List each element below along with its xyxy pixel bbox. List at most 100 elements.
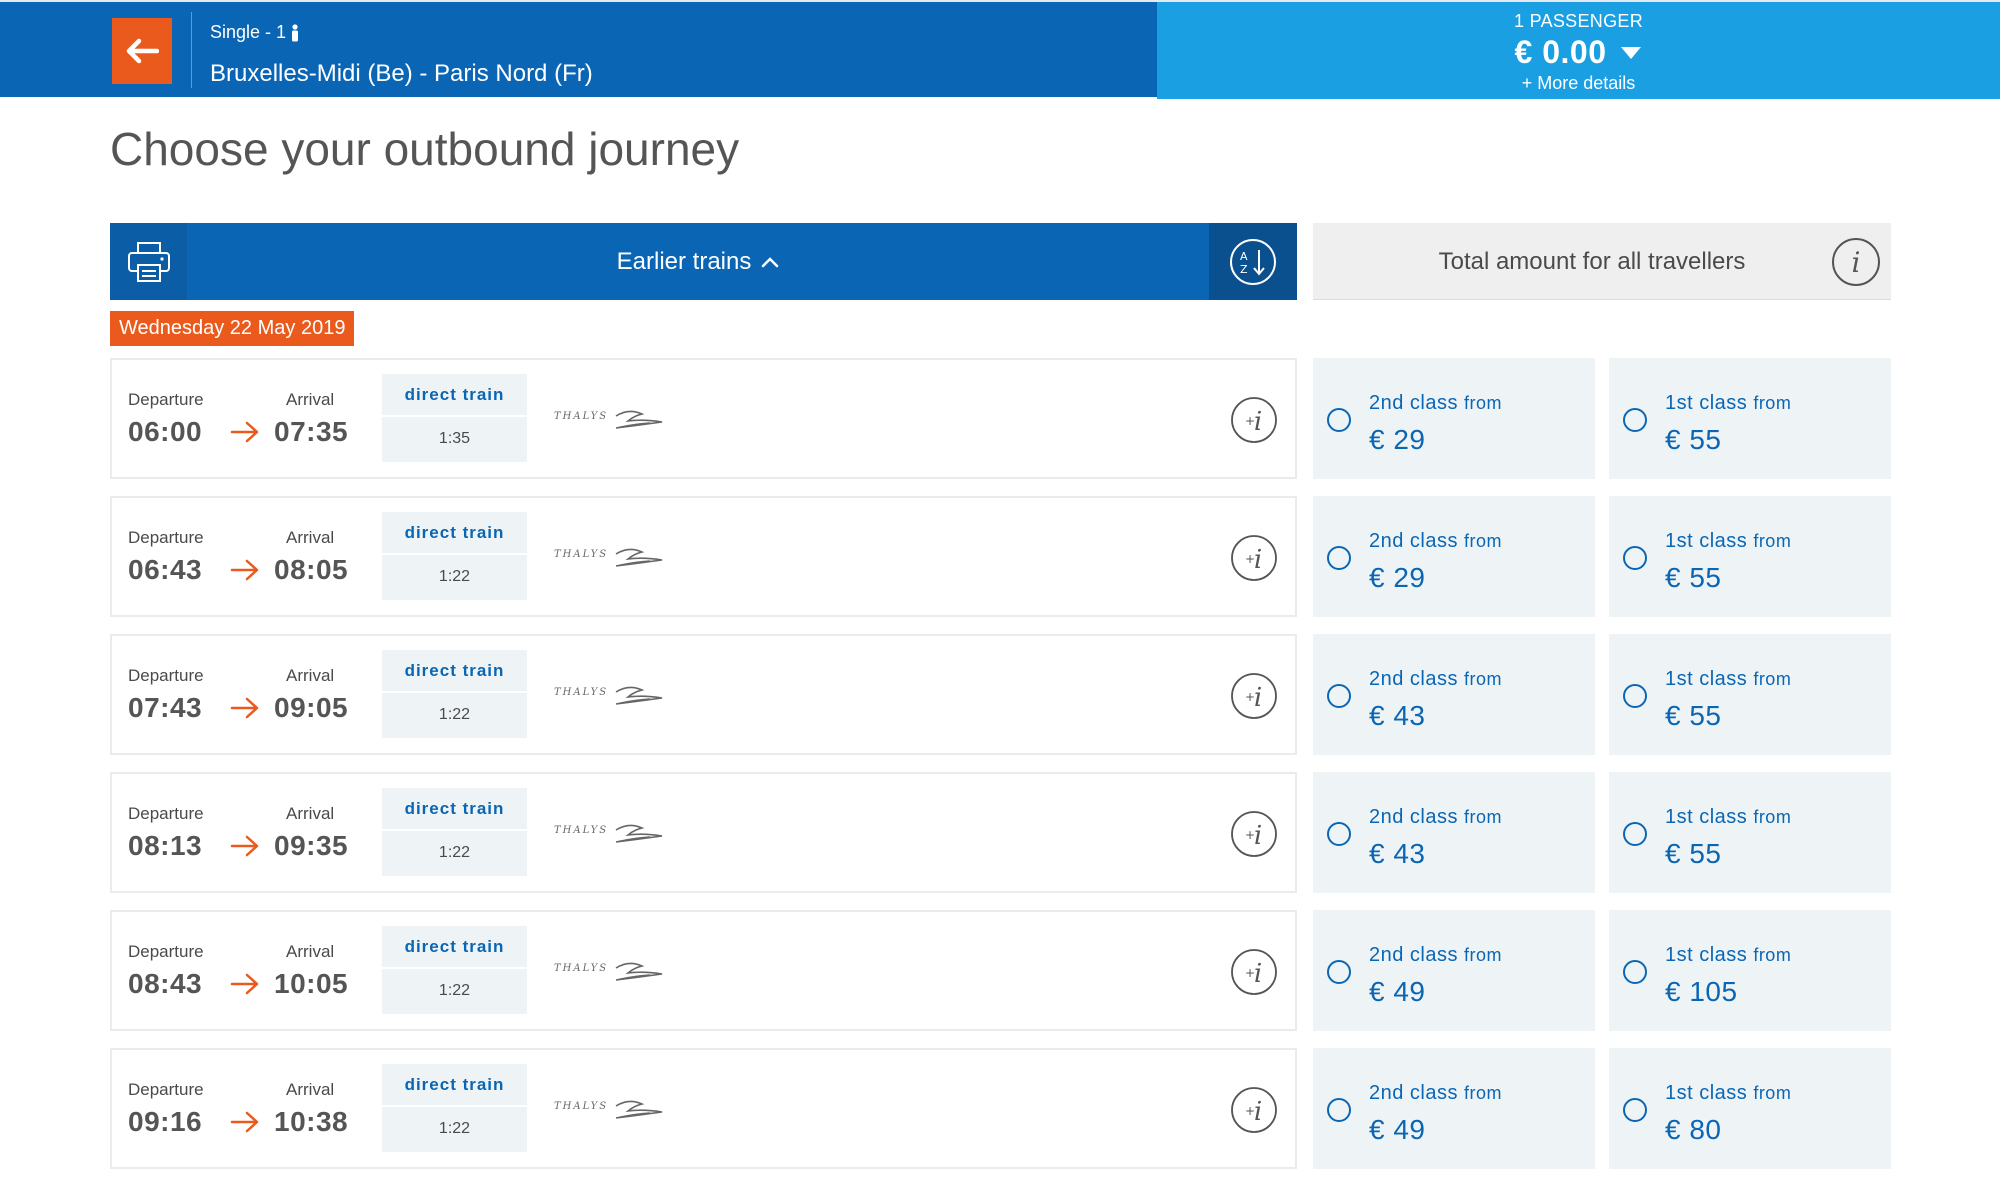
fare-radio[interactable]: [1623, 408, 1647, 432]
fare-class-name: 1st class: [1665, 806, 1748, 828]
price-dropdown[interactable]: € 0.00: [1157, 34, 2000, 71]
journey-row-1[interactable]: Departure 06:00 Arrival 07:35 direct tra…: [110, 358, 1297, 479]
fare-class: 1st class from: [1665, 668, 1791, 691]
svg-text:i: i: [1254, 545, 1262, 575]
train-type: direct train: [382, 1064, 527, 1107]
journey-row-4[interactable]: Departure 08:13 Arrival 09:35 direct tra…: [110, 772, 1297, 893]
info-icon[interactable]: i: [1831, 237, 1881, 287]
fare-radio[interactable]: [1327, 960, 1351, 984]
operator-name: THALYS: [554, 549, 608, 560]
train-type: direct train: [382, 374, 527, 417]
arrival-label: Arrival: [286, 528, 335, 547]
trip-type: Single - 1: [210, 22, 300, 43]
departure-time: 06:00: [128, 416, 203, 447]
journey-row-2[interactable]: Departure 06:43 Arrival 08:05 direct tra…: [110, 496, 1297, 617]
thalys-logo: THALYS: [554, 824, 663, 843]
fare-second-class-5[interactable]: 2nd class from € 49: [1313, 910, 1595, 1031]
train-type: direct train: [382, 788, 527, 831]
journey-info-icon[interactable]: + i: [1230, 1086, 1278, 1134]
svg-text:i: i: [1254, 959, 1262, 989]
journey-duration: 1:35: [438, 429, 471, 447]
passenger-count: 1 PASSENGER: [1513, 11, 1643, 31]
fare-radio[interactable]: [1327, 684, 1351, 708]
fare-second-class-1[interactable]: 2nd class from € 29: [1313, 358, 1595, 479]
fare-radio[interactable]: [1623, 684, 1647, 708]
fare-class-name: 1st class: [1665, 1082, 1748, 1104]
arrival-label: Arrival: [286, 390, 335, 409]
fare-first-class-3[interactable]: 1st class from € 55: [1609, 634, 1891, 755]
journey-info-icon[interactable]: + i: [1230, 948, 1278, 996]
journey-info-icon[interactable]: + i: [1230, 672, 1278, 720]
printer-icon: [127, 241, 170, 282]
header-divider: [191, 12, 192, 88]
svg-text:Z: Z: [1240, 263, 1248, 276]
fare-first-class-2[interactable]: 1st class from € 55: [1609, 496, 1891, 617]
journey-info-icon[interactable]: + i: [1230, 534, 1278, 582]
operator-name: THALYS: [554, 825, 608, 836]
total-amount-label: Total amount for all travellers: [1438, 247, 1746, 275]
journey-duration: 1:22: [438, 705, 471, 723]
journey-row-5[interactable]: Departure 08:43 Arrival 10:05 direct tra…: [110, 910, 1297, 1031]
fare-second-class-6[interactable]: 2nd class from € 49: [1313, 1048, 1595, 1169]
fare-radio[interactable]: [1327, 408, 1351, 432]
fare-radio[interactable]: [1623, 822, 1647, 846]
fare-class-name: 2nd class: [1369, 1082, 1458, 1104]
journey-row-6[interactable]: Departure 09:16 Arrival 10:38 direct tra…: [110, 1048, 1297, 1169]
chevron-up-icon: [762, 256, 779, 267]
fare-price: € 55: [1665, 424, 1722, 455]
fare-radio[interactable]: [1623, 960, 1647, 984]
operator-name: THALYS: [554, 963, 608, 974]
arrival-time: 10:05: [274, 968, 349, 999]
fare-price: € 105: [1665, 976, 1738, 1007]
journey-info-icon[interactable]: + i: [1230, 396, 1278, 444]
thalys-logo: THALYS: [554, 686, 663, 705]
fare-price: € 55: [1665, 562, 1722, 593]
operator-name: THALYS: [554, 687, 608, 698]
train-type-box: direct train 1:22: [382, 788, 527, 876]
fare-radio[interactable]: [1327, 822, 1351, 846]
fare-radio[interactable]: [1623, 1098, 1647, 1122]
fare-class: 1st class from: [1665, 1082, 1791, 1105]
fare-radio[interactable]: [1623, 546, 1647, 570]
fare-second-class-2[interactable]: 2nd class from € 29: [1313, 496, 1595, 617]
print-button[interactable]: [110, 223, 187, 300]
journey-info-icon[interactable]: + i: [1230, 810, 1278, 858]
fare-second-class-4[interactable]: 2nd class from € 43: [1313, 772, 1595, 893]
fare-first-class-1[interactable]: 1st class from € 55: [1609, 358, 1891, 479]
more-details-link[interactable]: + More details: [1157, 73, 2000, 94]
departure-label: Departure: [128, 942, 204, 961]
total-amount-header: Total amount for all travellers i: [1313, 223, 1891, 300]
arrival-time: 09:05: [274, 692, 349, 723]
arrow-right-icon: [230, 697, 259, 719]
fare-from-label: from: [1464, 393, 1502, 413]
fare-from-label: from: [1753, 669, 1792, 689]
fare-class: 2nd class from: [1369, 1082, 1502, 1105]
fare-class: 1st class from: [1665, 530, 1791, 553]
operator-name: THALYS: [554, 411, 608, 422]
fare-second-class-3[interactable]: 2nd class from € 43: [1313, 634, 1595, 755]
fare-from-label: from: [1464, 531, 1502, 551]
date-badge: Wednesday 22 May 2019: [110, 311, 355, 346]
fare-class-name: 1st class: [1665, 668, 1748, 690]
fare-class-name: 2nd class: [1369, 530, 1458, 552]
fare-first-class-6[interactable]: 1st class from € 80: [1609, 1048, 1891, 1169]
train-type-box: direct train 1:22: [382, 1064, 527, 1152]
back-button[interactable]: [112, 18, 172, 84]
sort-button[interactable]: A Z: [1209, 223, 1297, 300]
fare-from-label: from: [1464, 807, 1502, 827]
journey-row-3[interactable]: Departure 07:43 Arrival 09:05 direct tra…: [110, 634, 1297, 755]
thalys-logo: THALYS: [554, 962, 663, 981]
train-type-box: direct train 1:22: [382, 512, 527, 600]
arrival-label: Arrival: [286, 1080, 335, 1099]
fare-first-class-4[interactable]: 1st class from € 55: [1609, 772, 1891, 893]
fare-radio[interactable]: [1327, 1098, 1351, 1122]
fare-first-class-5[interactable]: 1st class from € 105: [1609, 910, 1891, 1031]
arrow-right-icon: [230, 559, 259, 581]
svg-text:i: i: [1254, 407, 1262, 437]
fare-class-name: 1st class: [1665, 530, 1748, 552]
trip-route: Bruxelles-Midi (Be) - Paris Nord (Fr): [210, 60, 593, 87]
earlier-trains-button[interactable]: Earlier trains: [187, 223, 1209, 300]
fare-radio[interactable]: [1327, 546, 1351, 570]
page-title: Choose your outbound journey: [110, 123, 740, 175]
thalys-logo: THALYS: [554, 1100, 663, 1119]
